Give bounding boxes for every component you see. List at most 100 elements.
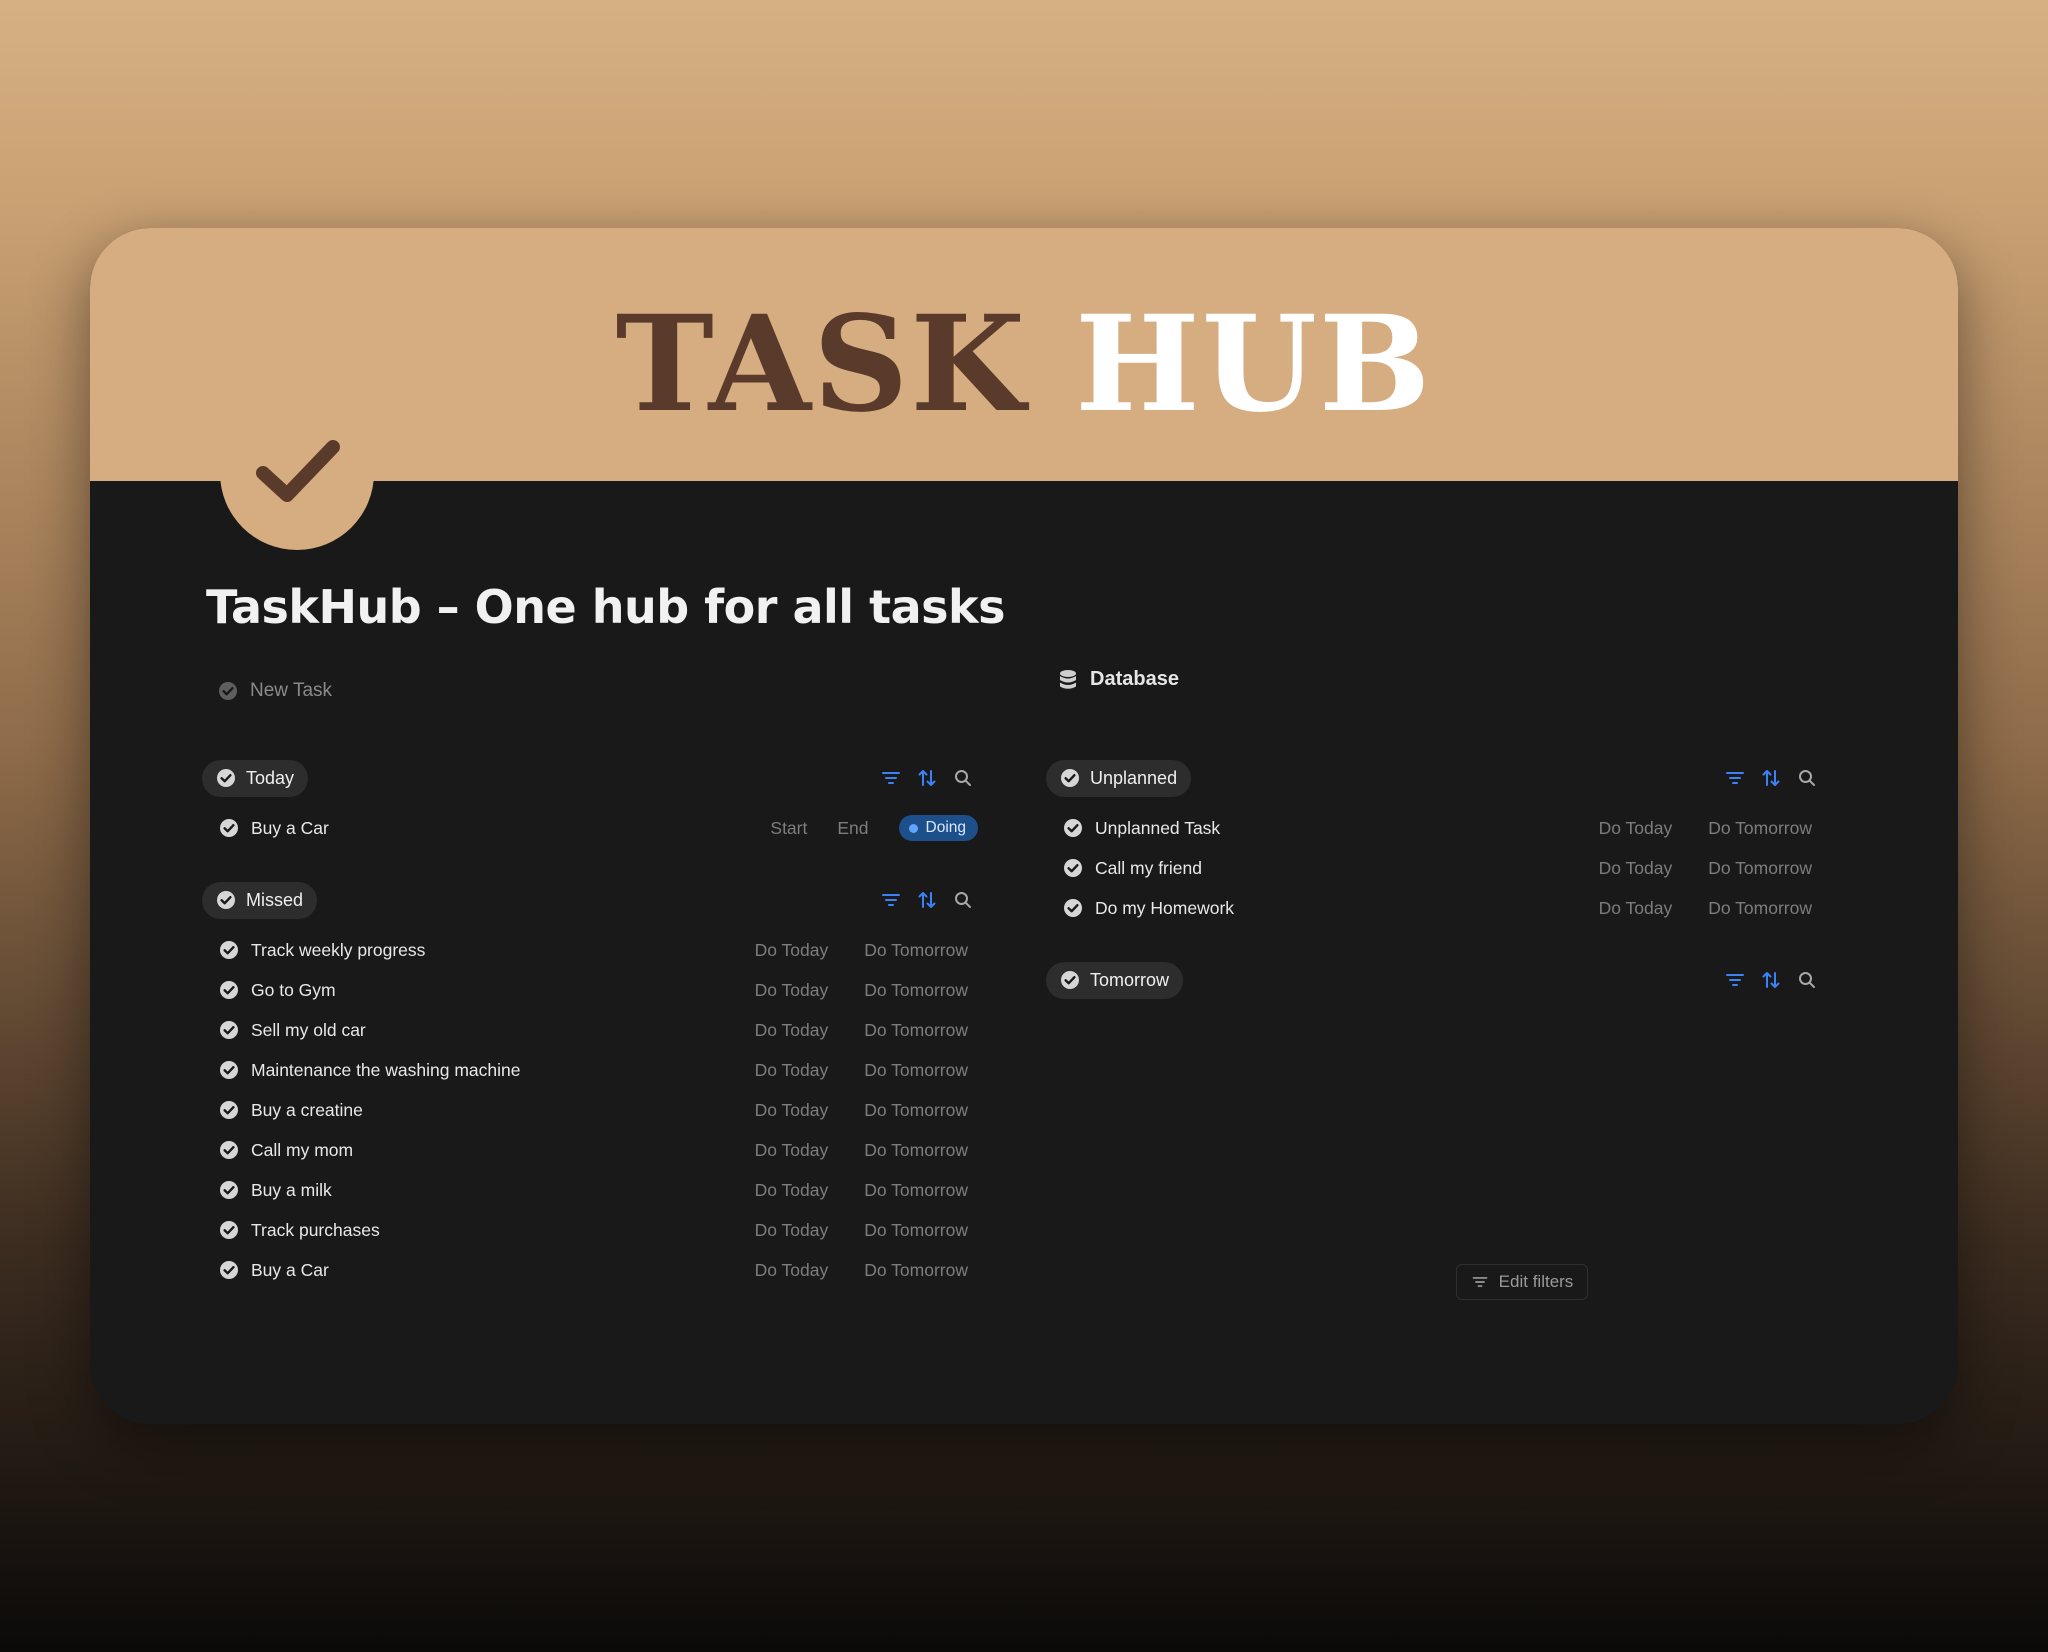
edit-filters-label: Edit filters bbox=[1498, 1272, 1574, 1291]
search-icon[interactable] bbox=[952, 889, 974, 911]
task-label: Maintenance the washing machine bbox=[251, 1059, 521, 1080]
list-item[interactable]: Buy a Car Do Today Do Tomorrow bbox=[202, 1250, 982, 1290]
do-tomorrow-button[interactable]: Do Tomorrow bbox=[1708, 858, 1812, 879]
check-circle-icon bbox=[219, 1220, 239, 1240]
do-tomorrow-button[interactable]: Do Tomorrow bbox=[1708, 818, 1812, 839]
check-circle-icon bbox=[1063, 898, 1083, 918]
list-item[interactable]: Do my Homework Do Today Do Tomorrow bbox=[1046, 888, 1826, 928]
task-name[interactable]: Sell my old car bbox=[202, 1020, 755, 1041]
do-today-button[interactable]: Do Today bbox=[755, 1140, 829, 1161]
task-name[interactable]: Unplanned Task bbox=[1046, 818, 1599, 839]
list-item[interactable]: Track weekly progress Do Today Do Tomorro… bbox=[202, 930, 982, 970]
task-name[interactable]: Call my friend bbox=[1046, 858, 1599, 879]
do-today-button[interactable]: Do Today bbox=[1599, 818, 1673, 839]
task-actions: Do Today Do Tomorrow bbox=[755, 940, 982, 961]
edit-filters-button[interactable]: Edit filters bbox=[1456, 1264, 1588, 1300]
banner-title: TASK HUB bbox=[616, 287, 1433, 442]
do-today-button[interactable]: Do Today bbox=[755, 1100, 829, 1121]
task-name[interactable]: Buy a Car bbox=[202, 818, 770, 839]
view-toolbar bbox=[1724, 767, 1826, 789]
do-today-button[interactable]: Do Today bbox=[755, 940, 829, 961]
list-item[interactable]: Sell my old car Do Today Do Tomorrow bbox=[202, 1010, 982, 1050]
check-circle-icon bbox=[219, 1140, 239, 1160]
tab-tomorrow-label: Tomorrow bbox=[1090, 969, 1170, 990]
do-today-button[interactable]: Do Today bbox=[755, 1220, 829, 1241]
do-today-button[interactable]: Do Today bbox=[755, 1020, 829, 1041]
status-badge[interactable]: Doing bbox=[898, 815, 978, 841]
task-name[interactable]: Buy a milk bbox=[202, 1180, 755, 1201]
do-tomorrow-button[interactable]: Do Tomorrow bbox=[864, 1020, 968, 1041]
sort-icon[interactable] bbox=[916, 767, 938, 789]
status-dot-icon bbox=[908, 823, 918, 833]
task-label: Go to Gym bbox=[251, 979, 336, 1000]
do-tomorrow-button[interactable]: Do Tomorrow bbox=[1708, 898, 1812, 919]
list-item[interactable]: Buy a creatine Do Today Do Tomorrow bbox=[202, 1090, 982, 1130]
filter-icon[interactable] bbox=[880, 767, 902, 789]
check-circle-icon bbox=[218, 681, 238, 701]
list-item[interactable]: Call my friend Do Today Do Tomorrow bbox=[1046, 848, 1826, 888]
search-icon[interactable] bbox=[1796, 969, 1818, 991]
end-button[interactable]: End bbox=[837, 818, 868, 839]
do-tomorrow-button[interactable]: Do Tomorrow bbox=[864, 1060, 968, 1081]
tab-today[interactable]: Today bbox=[202, 759, 309, 797]
do-tomorrow-button[interactable]: Do Tomorrow bbox=[864, 980, 968, 1001]
list-item[interactable]: Maintenance the washing machine Do Today… bbox=[202, 1050, 982, 1090]
task-name[interactable]: Track weekly progress bbox=[202, 940, 755, 961]
list-item[interactable]: Go to Gym Do Today Do Tomorrow bbox=[202, 970, 982, 1010]
check-circle-icon bbox=[219, 1180, 239, 1200]
task-name[interactable]: Track purchases bbox=[202, 1220, 755, 1241]
check-circle-icon bbox=[219, 1020, 239, 1040]
do-tomorrow-button[interactable]: Do Tomorrow bbox=[864, 1260, 968, 1281]
task-name[interactable]: Buy a creatine bbox=[202, 1100, 755, 1121]
list-item[interactable]: Buy a milk Do Today Do Tomorrow bbox=[202, 1170, 982, 1210]
database-icon bbox=[1060, 669, 1076, 689]
do-tomorrow-button[interactable]: Do Tomorrow bbox=[864, 1140, 968, 1161]
task-label: Sell my old car bbox=[251, 1019, 366, 1040]
task-actions: Do Today Do Tomorrow bbox=[755, 1100, 982, 1121]
banner-title-task: TASK bbox=[615, 287, 1028, 442]
filter-icon[interactable] bbox=[880, 889, 902, 911]
tab-unplanned-label: Unplanned bbox=[1090, 767, 1178, 788]
search-icon[interactable] bbox=[1796, 767, 1818, 789]
list-item[interactable]: Buy a Car Start End Doing bbox=[202, 808, 982, 848]
tab-unplanned[interactable]: Unplanned bbox=[1046, 759, 1192, 797]
do-tomorrow-button[interactable]: Do Tomorrow bbox=[864, 1220, 968, 1241]
sort-icon[interactable] bbox=[1760, 969, 1782, 991]
task-actions: Do Today Do Tomorrow bbox=[755, 1180, 982, 1201]
sort-icon[interactable] bbox=[1760, 767, 1782, 789]
do-today-button[interactable]: Do Today bbox=[1599, 858, 1673, 879]
do-today-button[interactable]: Do Today bbox=[755, 1060, 829, 1081]
filter-icon[interactable] bbox=[1724, 767, 1746, 789]
tab-tomorrow[interactable]: Tomorrow bbox=[1046, 961, 1184, 999]
do-today-button[interactable]: Do Today bbox=[755, 1260, 829, 1281]
do-today-button[interactable]: Do Today bbox=[755, 1180, 829, 1201]
list-item[interactable]: Unplanned Task Do Today Do Tomorrow bbox=[1046, 808, 1826, 848]
task-label: Buy a creatine bbox=[251, 1099, 363, 1120]
start-button[interactable]: Start bbox=[770, 818, 807, 839]
task-name[interactable]: Maintenance the washing machine bbox=[202, 1060, 755, 1081]
tab-missed[interactable]: Missed bbox=[202, 881, 318, 919]
task-name[interactable]: Do my Homework bbox=[1046, 898, 1599, 919]
do-today-button[interactable]: Do Today bbox=[1599, 898, 1673, 919]
task-name[interactable]: Go to Gym bbox=[202, 980, 755, 1001]
checkmark-icon[interactable] bbox=[220, 396, 374, 550]
do-tomorrow-button[interactable]: Do Tomorrow bbox=[864, 940, 968, 961]
task-label: Buy a Car bbox=[251, 1259, 329, 1280]
sort-icon[interactable] bbox=[916, 889, 938, 911]
task-label: Unplanned Task bbox=[1095, 817, 1221, 838]
filter-icon[interactable] bbox=[1724, 969, 1746, 991]
do-tomorrow-button[interactable]: Do Tomorrow bbox=[864, 1100, 968, 1121]
database-link[interactable]: Database bbox=[1058, 668, 1179, 691]
task-name[interactable]: Call my mom bbox=[202, 1140, 755, 1161]
search-icon[interactable] bbox=[952, 767, 974, 789]
missed-view-header: Missed bbox=[202, 880, 982, 920]
check-circle-icon bbox=[216, 768, 236, 788]
list-item[interactable]: Track purchases Do Today Do Tomorrow bbox=[202, 1210, 982, 1250]
missed-list: Track weekly progress Do Today Do Tomorro… bbox=[202, 930, 982, 1290]
do-tomorrow-button[interactable]: Do Tomorrow bbox=[864, 1180, 968, 1201]
tomorrow-view-header: Tomorrow bbox=[1046, 960, 1826, 1000]
new-task-button[interactable]: New Task bbox=[206, 674, 344, 708]
list-item[interactable]: Call my mom Do Today Do Tomorrow bbox=[202, 1130, 982, 1170]
task-name[interactable]: Buy a Car bbox=[202, 1260, 755, 1281]
do-today-button[interactable]: Do Today bbox=[755, 980, 829, 1001]
